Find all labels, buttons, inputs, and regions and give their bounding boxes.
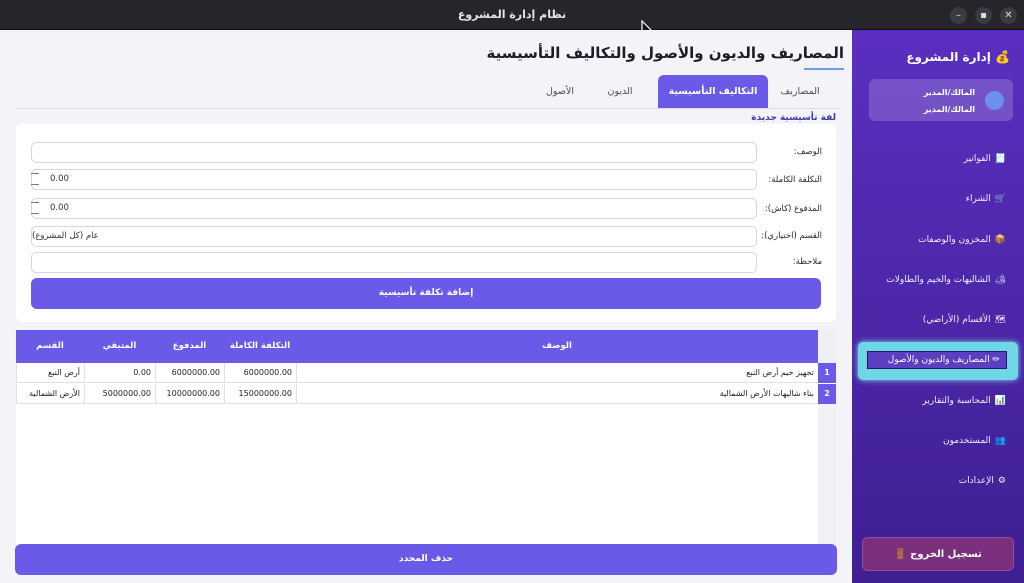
- paid-cash-label: المدفوع (كاش):: [764, 204, 822, 214]
- cell-remaining: 5000000.00: [84, 384, 155, 404]
- table-corner: [818, 330, 836, 363]
- column-header-paid[interactable]: المدفوع: [155, 330, 224, 363]
- sidebar-item-inventory[interactable]: 📦المخزون والوصفات: [918, 235, 1006, 245]
- section-select[interactable]: عام (كل المشروع): [31, 226, 757, 247]
- column-header-remaining[interactable]: المتبقي: [84, 330, 155, 363]
- page-title: المصاريف والديون والأصول والتكاليف التأس…: [486, 44, 845, 62]
- box-icon: 📦: [994, 235, 1006, 245]
- tab-bar: المصاريف التكاليف التأسيسية الديون الأصو…: [540, 75, 840, 109]
- sidebar-item-label: الشاليهات والخيم والطاولات: [886, 275, 991, 285]
- sidebar-item-active-label: ✏ المصاريف والديون والأصول: [867, 351, 1007, 369]
- column-header-total-cost[interactable]: التكلفة الكاملة: [224, 330, 296, 363]
- cell-section: الأرض الشمالية: [16, 384, 84, 404]
- sidebar-item-label: الإعدادات: [958, 476, 994, 486]
- table-row[interactable]: بناء شاليهات الأرض الشمالية 15000000.00 …: [16, 384, 818, 404]
- pencil-icon: ✏: [992, 355, 1000, 365]
- cart-icon: 🛒: [994, 194, 1006, 204]
- window-titlebar: نظام إدارة المشروع – ▪ ✕: [0, 0, 1024, 30]
- delete-selected-button[interactable]: حذف المحدد: [15, 544, 837, 575]
- minimize-icon[interactable]: –: [950, 7, 967, 24]
- close-icon[interactable]: ✕: [1000, 7, 1017, 24]
- user-role: المالك/المدير: [923, 88, 975, 97]
- sidebar: 💰 إدارة المشروع المالك/المدير المالك/الم…: [852, 30, 1024, 583]
- sidebar-item-label: الأقسام (الأراضي): [922, 315, 991, 325]
- logout-button[interactable]: تسجيل الخروج 🚪: [862, 537, 1014, 571]
- app-title: 💰 إدارة المشروع: [906, 50, 1010, 64]
- tent-icon: 🏕: [994, 275, 1006, 285]
- tab-divider: [17, 108, 839, 109]
- paid-cash-stepper[interactable]: [31, 198, 43, 219]
- row-number[interactable]: 1: [818, 363, 836, 383]
- form-section-title: لفة تأسيسية جديدة: [751, 113, 836, 123]
- users-icon: 👥: [994, 436, 1006, 446]
- main-content: المصاريف والديون والأصول والتكاليف التأس…: [0, 30, 852, 583]
- title-underline: [804, 68, 844, 70]
- tab-assets[interactable]: الأصول: [530, 75, 590, 109]
- cell-section: أرض النبع: [16, 363, 84, 383]
- sidebar-item-settings[interactable]: ⚙الإعدادات: [959, 476, 1006, 486]
- total-cost-label: التكلفة الكاملة:: [768, 175, 822, 185]
- sidebar-item-accounting[interactable]: 📊المحاسبة والتقارير: [922, 396, 1006, 406]
- column-header-description[interactable]: الوصف: [296, 330, 818, 363]
- table-row[interactable]: تجهيز خيم أرض النبع 6000000.00 6000000.0…: [16, 363, 818, 383]
- window-title: نظام إدارة المشروع: [457, 8, 567, 21]
- maximize-icon[interactable]: ▪: [975, 7, 992, 24]
- paid-cash-field[interactable]: 0.00: [31, 198, 757, 219]
- tab-setup-costs[interactable]: التكاليف التأسيسية: [658, 75, 768, 109]
- sidebar-item-label: المصاريف والديون والأصول: [887, 355, 990, 365]
- sidebar-item-users[interactable]: 👥المستخدمون: [943, 436, 1006, 446]
- column-header-section[interactable]: القسم: [16, 330, 84, 363]
- tab-expenses[interactable]: المصاريف: [760, 75, 840, 109]
- chart-icon: 📊: [994, 396, 1006, 406]
- description-label: الوصف:: [793, 147, 822, 157]
- table-scrollbar[interactable]: [818, 404, 836, 566]
- tab-debts[interactable]: الديون: [585, 75, 655, 109]
- sidebar-item-label: المستخدمون: [942, 436, 991, 446]
- sidebar-item-label: الفواتير: [963, 154, 991, 164]
- sidebar-item-expenses[interactable]: ✏ المصاريف والديون والأصول: [858, 342, 1018, 380]
- note-field[interactable]: [31, 252, 757, 273]
- sidebar-item-chalets[interactable]: 🏕الشاليهات والخيم والطاولات: [886, 275, 1006, 285]
- map-icon: 🗺: [994, 315, 1006, 325]
- section-label: القسم (اختياري):: [761, 231, 822, 241]
- cell-description: تجهيز خيم أرض النبع: [296, 363, 818, 383]
- row-number[interactable]: 2: [818, 384, 836, 404]
- cell-total: 15000000.00: [224, 384, 296, 404]
- note-label: ملاحظة:: [792, 257, 822, 267]
- table-header: الوصف التكلفة الكاملة المدفوع المتبقي ال…: [16, 330, 818, 363]
- sidebar-item-label: المحاسبة والتقارير: [922, 396, 991, 406]
- user-card: المالك/المدير المالك/المدير: [869, 79, 1013, 121]
- receipt-icon: 🧾: [994, 154, 1006, 164]
- sidebar-item-sections[interactable]: 🗺الأقسام (الأراضي): [923, 315, 1006, 325]
- cell-remaining: 0.00: [84, 363, 155, 383]
- cell-description: بناء شاليهات الأرض الشمالية: [296, 384, 818, 404]
- sidebar-item-purchasing[interactable]: 🛒الشراء: [966, 194, 1006, 204]
- add-setup-cost-button[interactable]: إضافة تكلفة تأسيسية: [31, 278, 821, 309]
- total-cost-stepper[interactable]: [31, 169, 43, 190]
- cell-paid: 10000000.00: [155, 384, 224, 404]
- description-field[interactable]: [31, 142, 757, 163]
- sidebar-item-label: المخزون والوصفات: [918, 235, 991, 245]
- setup-costs-table: الوصف التكلفة الكاملة المدفوع المتبقي ال…: [16, 330, 836, 566]
- avatar: [985, 91, 1004, 110]
- sidebar-item-label: الشراء: [965, 194, 991, 204]
- cell-paid: 6000000.00: [155, 363, 224, 383]
- gear-icon: ⚙: [997, 476, 1006, 486]
- user-name: المالك/المدير: [923, 105, 975, 114]
- cell-total: 6000000.00: [224, 363, 296, 383]
- sidebar-item-invoices[interactable]: 🧾الفواتير: [964, 154, 1006, 164]
- total-cost-field[interactable]: 0.00: [31, 169, 757, 190]
